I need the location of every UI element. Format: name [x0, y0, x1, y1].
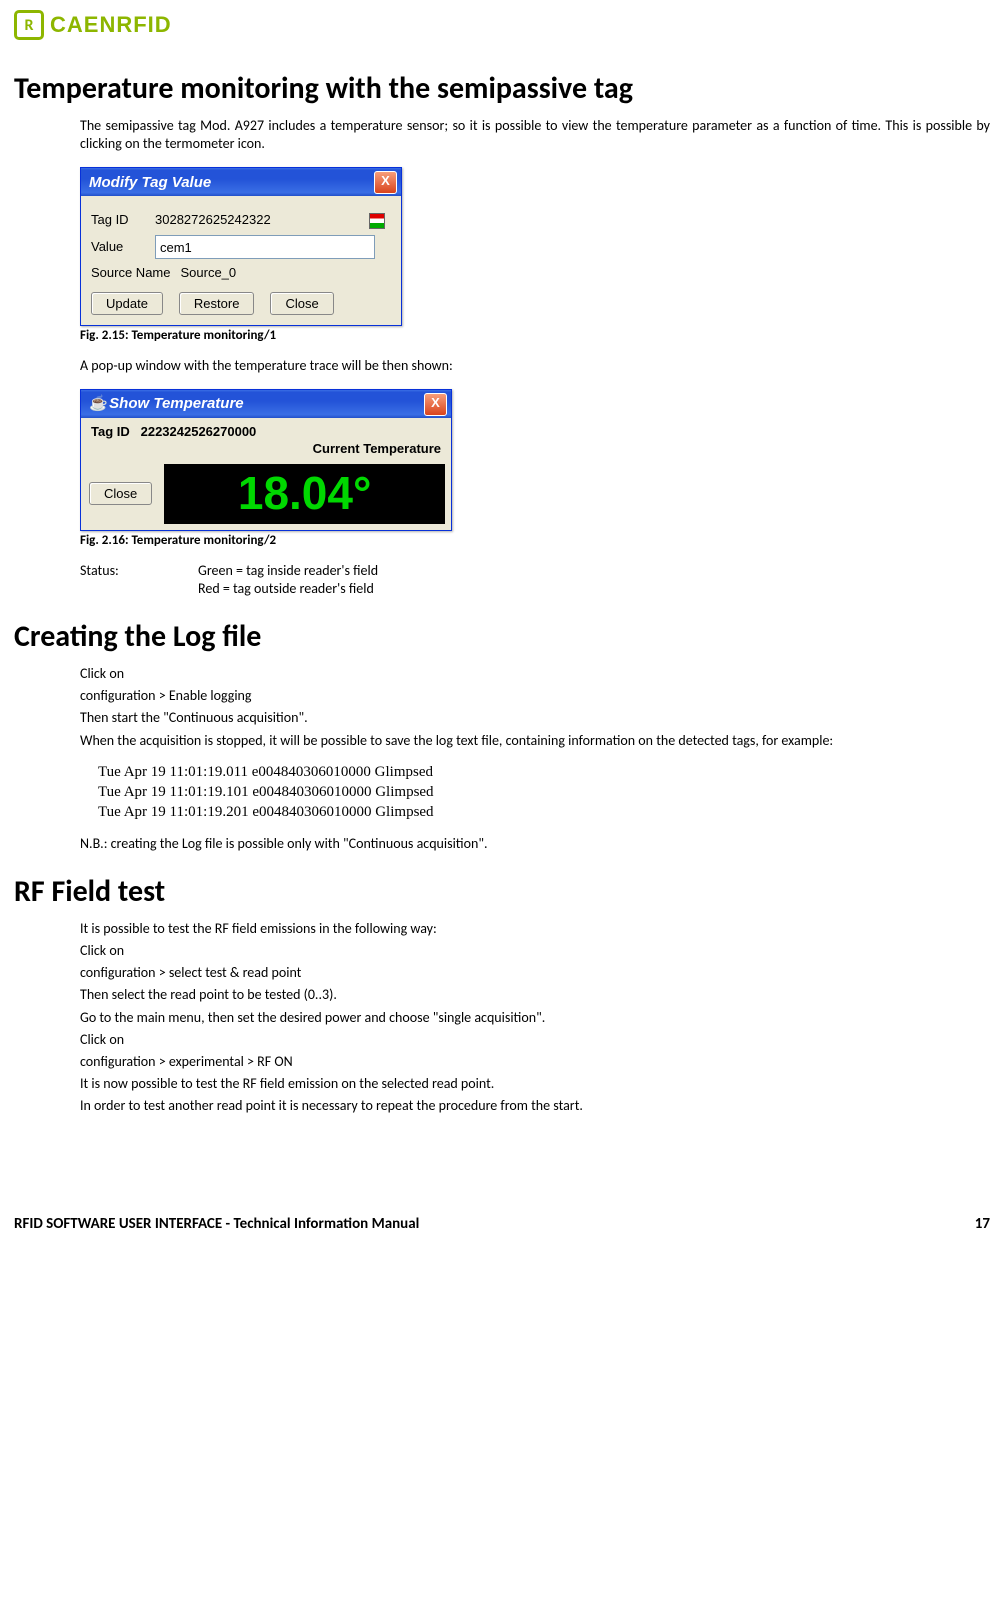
menu-path: configuration > experimental > RF ON: [80, 1053, 990, 1071]
section-heading-logfile: Creating the Log file: [14, 618, 990, 655]
menu-path: configuration > select test & read point: [80, 964, 990, 982]
java-icon: ☕: [89, 394, 103, 408]
dialog-titlebar[interactable]: Modify Tag Value X: [81, 168, 401, 196]
flag-icon[interactable]: [369, 213, 385, 229]
tagid-value: 3028272625242322: [155, 212, 271, 229]
value-label: Value: [91, 239, 145, 256]
close-icon[interactable]: X: [374, 171, 397, 194]
tagid-label: Tag ID: [91, 212, 145, 229]
value-input[interactable]: [155, 235, 375, 259]
paragraph: Click on: [80, 1031, 990, 1049]
log-line: Tue Apr 19 11:01:19.101 e004840306010000…: [98, 782, 990, 802]
page-number: 17: [975, 1215, 990, 1233]
paragraph: Click on: [80, 942, 990, 960]
paragraph: Then select the read point to be tested …: [80, 986, 990, 1004]
restore-button[interactable]: Restore: [179, 292, 255, 315]
footer-title: RFID SOFTWARE USER INTERFACE - Technical…: [14, 1215, 419, 1233]
close-button[interactable]: Close: [270, 292, 333, 315]
status-label: Status:: [80, 562, 198, 598]
menu-path: configuration > Enable logging: [80, 687, 990, 705]
status-red-text: Red = tag outside reader's field: [198, 580, 378, 598]
dialog-title: Show Temperature: [109, 395, 243, 412]
logo-icon: R: [14, 10, 44, 40]
figure-caption: Fig. 2.15: Temperature monitoring/1: [80, 328, 990, 345]
source-name-value: Source_0: [180, 265, 236, 282]
close-icon[interactable]: X: [424, 393, 447, 416]
figure-caption: Fig. 2.16: Temperature monitoring/2: [80, 533, 990, 550]
dialog-titlebar[interactable]: ☕ Show Temperature X: [81, 390, 451, 418]
modify-tag-dialog: Modify Tag Value X Tag ID 30282726252423…: [80, 167, 402, 326]
paragraph: In order to test another read point it i…: [80, 1097, 990, 1115]
current-temperature-label: Current Temperature: [81, 441, 451, 460]
tagid-value: 2223242526270000: [141, 424, 257, 439]
update-button[interactable]: Update: [91, 292, 163, 315]
source-name-label: Source Name: [91, 265, 170, 282]
logo-text: CAENRFID: [50, 12, 172, 38]
paragraph: It is possible to test the RF field emis…: [80, 920, 990, 938]
log-line: Tue Apr 19 11:01:19.201 e004840306010000…: [98, 802, 990, 822]
show-temperature-dialog: ☕ Show Temperature X Tag ID 222324252627…: [80, 389, 452, 531]
close-button[interactable]: Close: [89, 482, 152, 505]
paragraph: Click on: [80, 665, 990, 683]
paragraph: The semipassive tag Mod. A927 includes a…: [80, 117, 990, 153]
paragraph: N.B.: creating the Log file is possible …: [80, 835, 990, 853]
tagid-label: Tag ID: [91, 424, 130, 439]
temperature-readout: 18.04°: [164, 464, 445, 524]
section-heading-rffield: RF Field test: [14, 873, 990, 910]
dialog-title: Modify Tag Value: [89, 173, 211, 193]
paragraph: Then start the "Continuous acquisition".: [80, 709, 990, 727]
section-heading-temperature: Temperature monitoring with the semipass…: [14, 70, 990, 107]
paragraph: A pop-up window with the temperature tra…: [80, 357, 990, 375]
paragraph: Go to the main menu, then set the desire…: [80, 1009, 990, 1027]
paragraph: It is now possible to test the RF field …: [80, 1075, 990, 1093]
brand-logo: R CAENRFID: [14, 10, 990, 40]
paragraph: When the acquisition is stopped, it will…: [80, 732, 990, 750]
status-green-text: Green = tag inside reader's field: [198, 562, 378, 580]
log-line: Tue Apr 19 11:01:19.011 e004840306010000…: [98, 762, 990, 782]
